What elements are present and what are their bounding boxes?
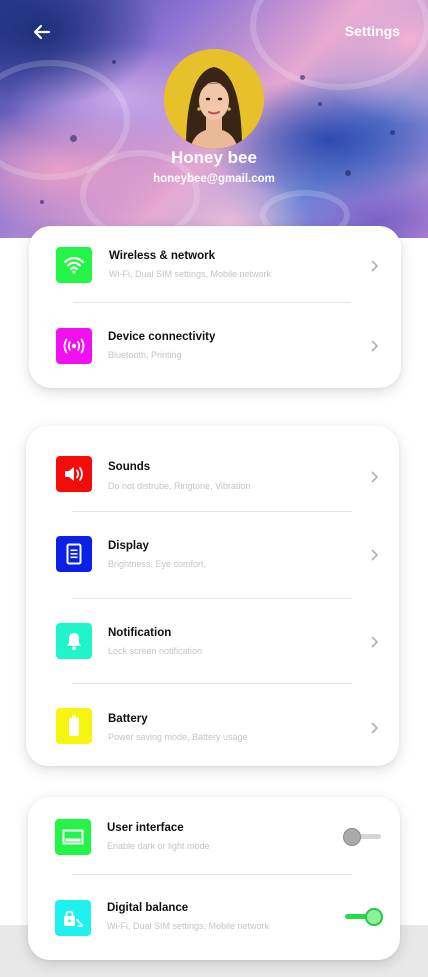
chevron-right-icon xyxy=(368,548,382,562)
user-interface-icon-box xyxy=(55,819,91,855)
user-interface-item[interactable]: User interface Enable dark or light mode xyxy=(28,797,400,875)
avatar-portrait xyxy=(164,49,264,149)
marble-dot xyxy=(40,200,44,204)
wireless-subtitle: Wi-Fi, Dual SIM settings, Mobile network xyxy=(109,269,272,279)
user-interface-subtitle: Enable dark or light mode xyxy=(107,841,210,851)
chevron-right-icon xyxy=(368,635,382,649)
notification-subtitle: Lock screen notification xyxy=(108,646,203,656)
device-icon-box xyxy=(56,328,92,364)
marble-dot xyxy=(112,60,116,64)
bell-icon xyxy=(67,633,81,651)
wifi-icon xyxy=(63,256,85,274)
digital-balance-toggle[interactable] xyxy=(343,906,383,928)
digital-balance-item[interactable]: Digital balance Wi-Fi, Dual SIM settings… xyxy=(28,875,400,960)
marble-dot xyxy=(318,102,322,106)
divider xyxy=(73,302,351,303)
marble-dot xyxy=(70,135,77,142)
digital-balance-subtitle: Wi-Fi, Dual SIM settings, Mobile network xyxy=(107,921,270,931)
sounds-subtitle: Do not distrube, Ringtone, Vibration xyxy=(108,481,251,491)
battery-subtitle: Power saving mode, Battery usage xyxy=(108,732,248,742)
profile-email: honeybee@gmail.com xyxy=(153,173,275,185)
chevron-right-icon xyxy=(368,259,382,273)
chevron-right-icon xyxy=(368,470,382,484)
screen-icon xyxy=(62,829,84,845)
sounds-icon-box xyxy=(56,456,92,492)
chevron-right-icon xyxy=(368,721,382,735)
wireless-icon-box xyxy=(56,247,92,283)
wireless-network-item[interactable]: Wireless & network Wi-Fi, Dual SIM setti… xyxy=(29,226,401,306)
wireless-title: Wireless & network xyxy=(109,250,215,262)
digital-balance-title: Digital balance xyxy=(107,902,189,914)
display-title: Display xyxy=(108,540,149,552)
display-icon xyxy=(66,543,82,565)
battery-icon-box xyxy=(56,708,92,744)
display-item[interactable]: Display Brightness, Eye comfort, xyxy=(26,512,399,598)
dark-mode-toggle[interactable] xyxy=(343,826,383,848)
connectivity-card: Wireless & network Wi-Fi, Dual SIM setti… xyxy=(29,226,401,388)
display-icon-box xyxy=(56,536,92,572)
notification-title: Notification xyxy=(108,627,172,639)
sounds-title: Sounds xyxy=(108,461,151,473)
chevron-right-icon xyxy=(368,339,382,353)
notification-item[interactable]: Notification Lock screen notification xyxy=(26,599,399,683)
device-title: Device connectivity xyxy=(108,331,216,343)
preferences-card: User interface Enable dark or light mode… xyxy=(28,797,400,960)
battery-item[interactable]: Battery Power saving mode, Battery usage xyxy=(26,684,399,766)
digital-balance-icon-box xyxy=(55,900,91,936)
arrow-left-icon xyxy=(33,24,51,40)
device-connectivity-item[interactable]: Device connectivity Bluetooth, Printing xyxy=(29,306,401,388)
marble-swirl xyxy=(250,0,428,90)
profile-name: Honey bee xyxy=(171,148,257,167)
battery-icon xyxy=(69,715,79,736)
back-button[interactable] xyxy=(28,18,56,46)
avatar[interactable] xyxy=(164,49,264,149)
user-interface-title: User interface xyxy=(107,822,184,834)
marble-dot xyxy=(390,130,395,135)
sounds-item[interactable]: Sounds Do not distrube, Ringtone, Vibrat… xyxy=(26,426,399,511)
notification-icon-box xyxy=(56,623,92,659)
lock-timer-icon xyxy=(64,910,83,927)
device-settings-card: Sounds Do not distrube, Ringtone, Vibrat… xyxy=(26,426,399,766)
device-subtitle: Bluetooth, Printing xyxy=(108,350,182,360)
profile-header: Settings Honey bee honeybee@gmail.com xyxy=(0,0,428,238)
battery-title: Battery xyxy=(108,713,148,725)
page-title: Settings xyxy=(344,23,400,39)
display-subtitle: Brightness, Eye comfort, xyxy=(108,559,207,569)
broadcast-icon xyxy=(63,338,85,354)
speaker-icon xyxy=(65,467,83,481)
marble-dot xyxy=(300,75,305,80)
